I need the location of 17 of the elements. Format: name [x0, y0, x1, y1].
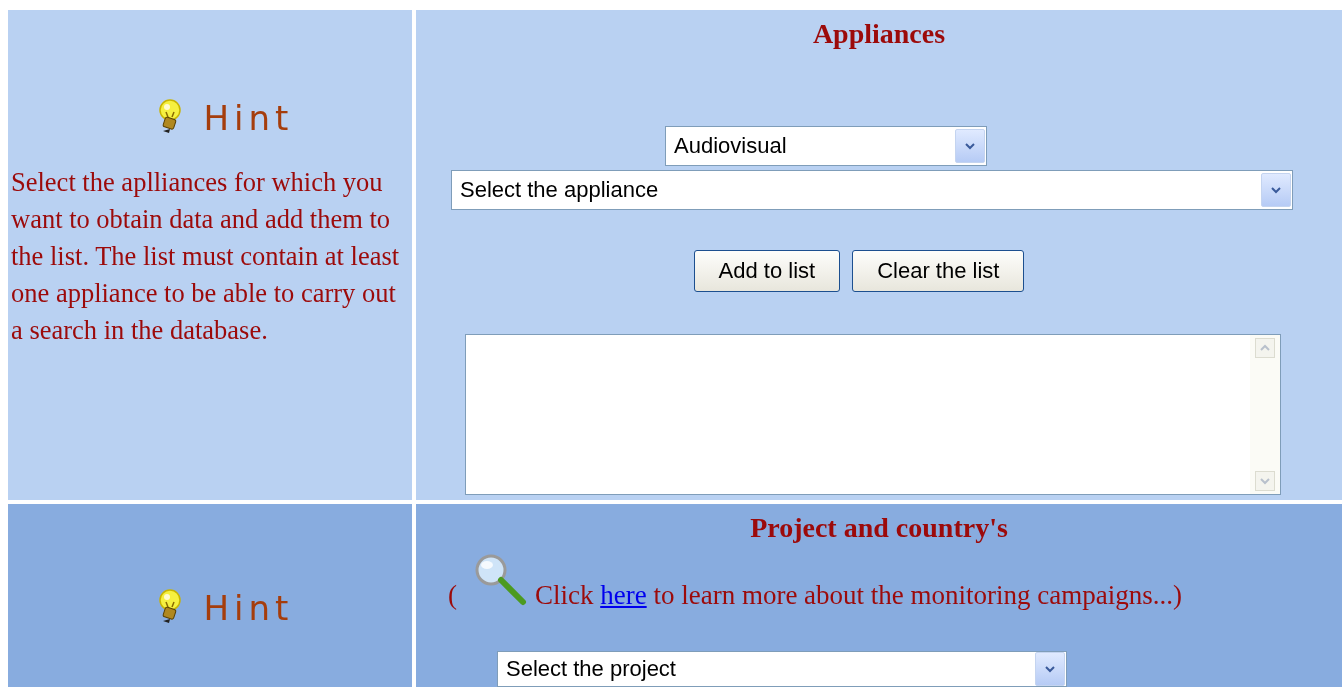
scroll-down-icon: [1255, 471, 1275, 491]
info-text: Click here to learn more about the monitoring campaigns...): [534, 580, 1183, 611]
dropdown[interactable]: Audiovisual: [665, 126, 987, 166]
button[interactable]: Add to list: [693, 250, 841, 292]
section-title: Project and country's: [750, 512, 1008, 544]
parenthesis: (: [447, 580, 457, 611]
hint-text: Select the aplliances for which you want to obtain data and add them to the list. The list must contain at least one appliance to be able to carry out a search in the database.: [11, 166, 401, 347]
scroll-up-icon: [1255, 338, 1275, 358]
button[interactable]: Clear the list: [852, 250, 1025, 292]
scrollbar[interactable]: [1250, 335, 1280, 494]
hint-label: Hint: [203, 588, 294, 628]
hint-label: Hint: [203, 98, 294, 138]
list-box[interactable]: [465, 334, 1281, 495]
section-title: Appliances: [812, 18, 946, 50]
dropdown[interactable]: Select the appliance: [451, 170, 1293, 210]
link[interactable]: here: [600, 580, 647, 610]
dropdown[interactable]: Select the project: [497, 651, 1067, 687]
